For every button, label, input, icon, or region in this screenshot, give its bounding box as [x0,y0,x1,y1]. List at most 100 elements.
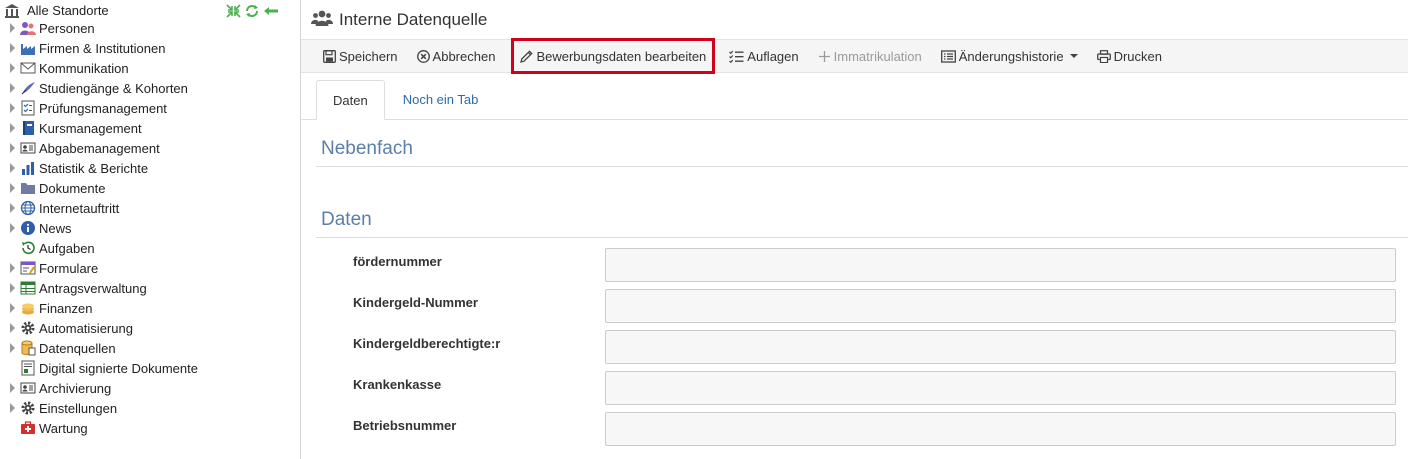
sidebar-item-antragsverwaltung[interactable]: Antragsverwaltung [0,278,300,298]
sidebar-item-kommunikation[interactable]: Kommunikation [0,58,300,78]
users-icon [311,9,333,30]
requirements-button[interactable]: Auflagen [725,43,802,69]
expand-caret-icon[interactable] [10,98,20,118]
sidebar-item-einstellungen[interactable]: Einstellungen [0,398,300,418]
sidebar-item-abgabemanagement[interactable]: Abgabemanagement [0,138,300,158]
people-icon [20,20,36,36]
form-row-kindergeld-nummer: Kindergeld-Nummer [301,289,1408,325]
edit-application-data-label: Bewerbungsdaten bearbeiten [536,48,707,64]
krankenkasse-label: Krankenkasse [353,377,442,392]
sidebar-item-personen[interactable]: Personen [0,18,300,38]
betriebsnummer-input[interactable] [605,412,1396,446]
expand-caret-icon[interactable] [10,138,20,158]
expand-caret-icon[interactable] [10,38,20,58]
section-divider [316,166,1408,167]
checklist-icon [20,100,36,116]
betriebsnummer-label: Betriebsnummer [353,418,457,433]
section-divider [316,237,1408,238]
tab-daten[interactable]: Daten [316,80,385,120]
expand-caret-icon[interactable] [10,198,20,218]
cancel-circle-icon [416,49,430,63]
kindergeld-nummer-input[interactable] [605,289,1396,323]
folder-icon [20,180,36,196]
sidebar-item-aufgaben[interactable]: Aufgaben [0,238,300,258]
page-header: Interne Datenquelle [301,0,1408,40]
archive-card-icon [20,380,36,396]
sidebar: Alle Standorte Personen Firmen & Institu… [0,0,301,459]
book-icon [20,120,36,136]
plus-icon [818,50,830,62]
pencil-icon [520,49,534,63]
info-icon [20,220,36,236]
kindergeldberechtigte-label: Kindergeldberechtigte:r [353,336,501,351]
expand-caret-icon[interactable] [10,278,20,298]
kindergeldberechtigte-input[interactable] [605,330,1396,364]
sidebar-item-internetauftritt[interactable]: Internetauftritt [0,198,300,218]
factory-icon [20,40,36,56]
tree-root-label: Alle Standorte [27,3,109,18]
floppy-disk-icon [323,49,336,63]
form-row-krankenkasse: Krankenkasse [301,371,1408,407]
navigation-tree: Personen Firmen & Institutionen Kommunik… [0,18,300,438]
first-aid-icon [20,420,36,436]
form-icon [20,260,36,276]
sidebar-item-statistik[interactable]: Statistik & Berichte [0,158,300,178]
expand-caret-icon[interactable] [10,318,20,338]
sidebar-item-automatisierung[interactable]: Automatisierung [0,318,300,338]
foerdernummer-input[interactable] [605,248,1396,282]
expand-caret-icon[interactable] [10,58,20,78]
expand-caret-icon[interactable] [10,78,20,98]
signed-document-icon [20,360,36,376]
enrollment-button[interactable]: Immatrikulation [814,43,926,69]
sidebar-item-firmen[interactable]: Firmen & Institutionen [0,38,300,58]
sidebar-item-news[interactable]: News [0,218,300,238]
expand-caret-icon[interactable] [10,338,20,358]
expand-caret-icon[interactable] [10,398,20,418]
sidebar-item-formulare[interactable]: Formulare [0,258,300,278]
krankenkasse-input[interactable] [605,371,1396,405]
sidebar-item-kursmanagement[interactable]: Kursmanagement [0,118,300,138]
sidebar-item-studiengaenge[interactable]: Studiengänge & Kohorten [0,78,300,98]
expand-caret-icon[interactable] [10,218,20,238]
form-row-betriebsnummer: Betriebsnummer [301,412,1408,448]
enrollment-button-label: Immatrikulation [833,48,922,64]
expand-caret-icon[interactable] [10,258,20,278]
main-content: Interne Datenquelle Speichern Abbrechen … [301,0,1408,459]
foerdernummer-label: fördernummer [353,254,442,269]
print-button-label: Drucken [1113,48,1162,64]
cancel-button[interactable]: Abbrechen [413,43,500,69]
expand-caret-icon[interactable] [10,118,20,138]
gear-icon [20,320,36,336]
sidebar-item-finanzen[interactable]: Finanzen [0,298,300,318]
institution-icon [4,3,20,19]
checklist-icon [729,50,744,63]
kindergeld-nummer-label: Kindergeld-Nummer [353,295,478,310]
sidebar-item-datenquellen[interactable]: Datenquellen [0,338,300,358]
section-title-nebenfach: Nebenfach [321,138,413,159]
expand-caret-icon[interactable] [10,18,20,38]
edit-application-data-button[interactable]: Bewerbungsdaten bearbeiten [511,38,716,74]
expand-caret-icon[interactable] [10,378,20,398]
envelope-icon [20,60,36,76]
page-title: Interne Datenquelle [339,9,488,29]
change-history-dropdown[interactable]: Änderungshistorie [937,43,1082,69]
change-history-label: Änderungshistorie [958,48,1064,64]
sidebar-item-dokumente[interactable]: Dokumente [0,178,300,198]
sidebar-item-wartung[interactable]: Wartung [0,418,300,438]
save-button-label: Speichern [339,48,398,64]
sidebar-item-archivierung[interactable]: Archivierung [0,378,300,398]
print-button[interactable]: Drucken [1093,43,1166,69]
toolbar: Speichern Abbrechen Bewerbungsdaten bear… [301,38,1408,74]
requirements-button-label: Auflagen [747,48,799,64]
globe-icon [20,200,36,216]
tab-noch-ein-tab[interactable]: Noch ein Tab [387,80,495,119]
list-box-icon [940,49,956,63]
sidebar-item-pruefungsmanagement[interactable]: Prüfungsmanagement [0,98,300,118]
section-title-daten: Daten [321,209,372,230]
expand-caret-icon[interactable] [10,158,20,178]
sidebar-item-digital-signierte-dokumente[interactable]: Digital signierte Dokumente [0,358,300,378]
expand-caret-icon[interactable] [10,178,20,198]
save-button[interactable]: Speichern [319,43,402,69]
expand-caret-icon[interactable] [10,298,20,318]
tree-root-all-locations[interactable]: Alle Standorte [4,2,109,19]
